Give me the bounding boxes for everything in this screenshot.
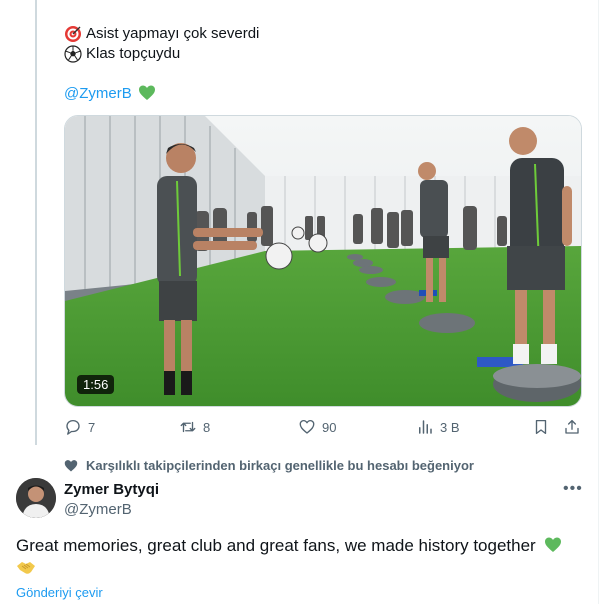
tweet-text-row: Great memories, great club and great fan… [16,534,596,558]
video-frame-training [65,116,581,406]
reply-count: 7 [88,419,96,435]
retweet-icon [180,421,196,433]
bookmark-button[interactable] [532,418,550,436]
like-button[interactable]: 90 [298,418,336,436]
share-icon [565,419,579,434]
retweet-count: 8 [203,419,211,435]
video-duration: 1:56 [77,375,115,394]
display-name[interactable]: Zymer Bytyqi [64,481,159,498]
heart-filled-icon [64,459,78,471]
more-options-icon[interactable]: ••• [563,480,583,498]
reply-icon [66,419,80,435]
mention-row: @ZymerB [64,84,156,102]
tweet-line-1-text: Asist yapmayı çok severdi [86,25,260,42]
translate-post-link[interactable]: Gönderiyi çevir [16,585,103,600]
tweet-actions-bar: 7 8 90 3 B [64,418,584,442]
user-handle[interactable]: @ZymerB [64,501,132,518]
green-heart-icon [138,85,155,100]
views-count: 3 B [440,419,460,435]
avatar[interactable] [16,478,56,518]
column-divider [598,0,599,604]
social-context-text: Karşılıklı takipçilerinden birkaçı genel… [86,458,474,473]
target-icon [64,25,82,43]
analytics-icon [419,420,432,434]
heart-outline-icon [299,419,315,434]
reply-button[interactable]: 7 [64,418,95,436]
like-count: 90 [322,419,337,435]
views-button[interactable]: 3 B [416,418,460,436]
tweet-text: Great memories, great club and great fan… [16,536,536,555]
green-heart-icon [545,537,562,552]
share-button[interactable] [563,418,581,436]
social-context: Karşılıklı takipçilerinden birkaçı genel… [64,458,474,473]
mention-link[interactable]: @ZymerB [64,85,132,102]
bookmark-icon [535,419,547,435]
video-player[interactable]: 1:56 [64,115,582,407]
tweet-line-2: Klas topçuydu [64,44,180,64]
avatar-image [16,478,56,518]
handshake-icon [16,560,36,581]
tweet-line-1: Asist yapmayı çok severdi [64,24,259,44]
soccer-ball-icon [64,45,82,63]
tweet-line-2-text: Klas topçuydu [86,45,181,62]
thread-connector-line [35,0,37,445]
retweet-button[interactable]: 8 [179,418,210,436]
